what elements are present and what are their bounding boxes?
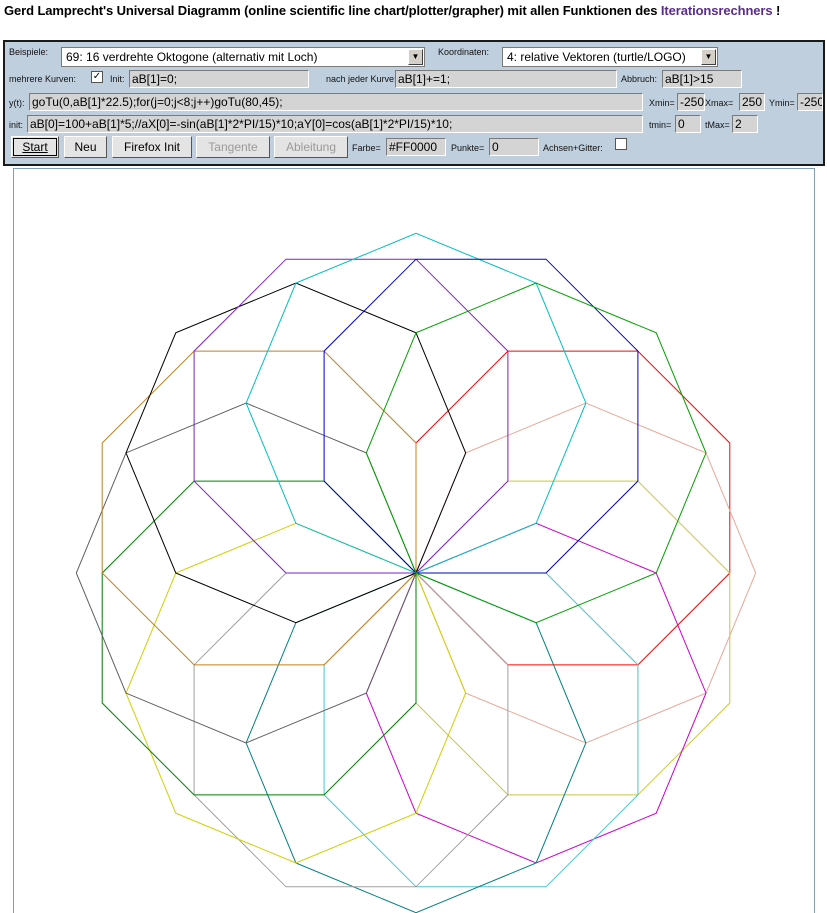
firefox-init-button[interactable]: Firefox Init	[112, 136, 192, 158]
ableitung-button[interactable]: Ableitung	[274, 136, 348, 158]
abbruch-field[interactable]: aB[1]>15	[662, 70, 742, 88]
neu-button[interactable]: Neu	[64, 136, 107, 158]
tmin-label: tmin=	[649, 120, 672, 130]
ymin-field[interactable]: -250	[797, 93, 823, 111]
control-panel: Beispiele: 69: 16 verdrehte Oktogone (al…	[3, 40, 825, 166]
tmin-field[interactable]: 0	[675, 115, 701, 133]
abbruch-label: Abbruch:	[621, 74, 658, 84]
init2-label: init:	[9, 120, 24, 130]
farbe-field[interactable]: #FF0000	[386, 138, 446, 156]
beispiele-select[interactable]: 69: 16 verdrehte Oktogone (alternativ mi…	[61, 47, 425, 67]
iterationsrechner-link[interactable]: Iterationsrechners	[661, 3, 773, 18]
page-title: Gerd Lamprecht's Universal Diagramm (onl…	[4, 3, 781, 18]
punkte-field[interactable]: 0	[489, 138, 539, 156]
nach-jeder-kurve-label: nach jeder Kurve:	[326, 74, 397, 84]
mehrere-kurven-label: mehrere Kurven:	[9, 74, 77, 84]
tmax-field[interactable]: 2	[732, 115, 758, 133]
plot-canvas[interactable]	[13, 168, 815, 913]
ymin-label: Ymin=	[769, 98, 795, 108]
achsen-gitter-checkbox[interactable]	[615, 138, 627, 150]
octagon-rosette	[75, 232, 757, 913]
yt-field[interactable]: goTu(0,aB[1]*22.5);for(j=0;j<8;j++)goTu(…	[29, 93, 643, 111]
yt-label: y(t):	[9, 98, 25, 108]
chevron-down-icon: ▼	[408, 49, 423, 65]
tmax-label: tMax=	[705, 120, 730, 130]
tangente-button[interactable]: Tangente	[196, 136, 270, 158]
xmin-label: Xmin=	[649, 98, 675, 108]
mehrere-kurven-checkbox[interactable]: ✓	[91, 71, 103, 83]
farbe-label: Farbe=	[352, 143, 381, 153]
xmin-field[interactable]: -250	[677, 93, 705, 111]
init-field[interactable]: aB[1]=0;	[129, 70, 309, 88]
achsen-gitter-label: Achsen+Gitter:	[543, 143, 603, 153]
xmax-field[interactable]: 250	[739, 93, 765, 111]
chevron-down-icon: ▼	[701, 49, 716, 65]
beispiele-label: Beispiele:	[9, 47, 49, 57]
punkte-label: Punkte=	[451, 143, 485, 153]
koordinaten-select[interactable]: 4: relative Vektoren (turtle/LOGO) ▼	[502, 47, 718, 67]
init2-field[interactable]: aB[0]=100+aB[1]*5;//aX[0]=-sin(aB[1]*2*P…	[27, 115, 643, 133]
init-label: Init:	[110, 74, 125, 84]
xmax-label: Xmax=	[705, 98, 734, 108]
koordinaten-label: Koordinaten:	[438, 47, 490, 57]
nach-jeder-kurve-field[interactable]: aB[1]+=1;	[395, 70, 617, 88]
start-button[interactable]: Start	[11, 136, 59, 158]
